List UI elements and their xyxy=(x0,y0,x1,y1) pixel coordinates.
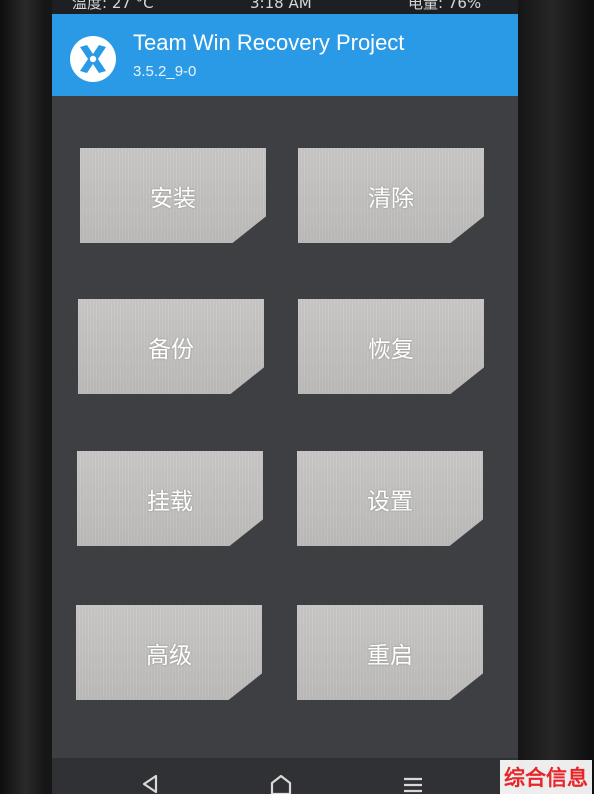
settings-button[interactable]: 设置 xyxy=(297,451,483,546)
app-header: Team Win Recovery Project 3.5.2_9-0 xyxy=(52,14,518,96)
status-battery: 电量: 76% xyxy=(408,0,482,12)
reboot-button-label: 重启 xyxy=(367,642,413,669)
app-title: Team Win Recovery Project xyxy=(133,30,405,55)
watermark-text: 综合信息 xyxy=(500,760,592,794)
mount-button-label: 挂载 xyxy=(147,488,193,515)
phone-photo: 温度: 27 °C 3:18 AM 电量: 76% Team Win Recov… xyxy=(0,0,594,794)
phone-bezel-right xyxy=(518,0,594,794)
app-version: 3.5.2_9-0 xyxy=(133,63,197,80)
menu-icon[interactable] xyxy=(398,772,428,794)
status-bar: 温度: 27 °C 3:18 AM 电量: 76% xyxy=(52,0,518,14)
wipe-button[interactable]: 清除 xyxy=(298,148,484,243)
wipe-button-label: 清除 xyxy=(368,185,414,212)
status-temperature: 温度: 27 °C xyxy=(72,0,154,12)
install-button[interactable]: 安装 xyxy=(80,148,266,243)
navigation-bar xyxy=(52,758,518,794)
twrp-screen: 温度: 27 °C 3:18 AM 电量: 76% Team Win Recov… xyxy=(52,0,518,794)
back-icon[interactable] xyxy=(136,772,166,794)
twrp-logo-icon xyxy=(70,36,116,82)
restore-button-label: 恢复 xyxy=(368,336,414,363)
mount-button[interactable]: 挂载 xyxy=(77,451,263,546)
home-icon[interactable] xyxy=(266,772,296,794)
restore-button[interactable]: 恢复 xyxy=(298,299,484,394)
advanced-button-label: 高级 xyxy=(146,642,192,669)
phone-bezel-left xyxy=(0,0,46,794)
status-time: 3:18 AM xyxy=(250,0,312,12)
backup-button-label: 备份 xyxy=(148,336,194,363)
install-button-label: 安装 xyxy=(150,185,196,212)
backup-button[interactable]: 备份 xyxy=(78,299,264,394)
reboot-button[interactable]: 重启 xyxy=(297,605,483,700)
settings-button-label: 设置 xyxy=(367,488,413,515)
advanced-button[interactable]: 高级 xyxy=(76,605,262,700)
